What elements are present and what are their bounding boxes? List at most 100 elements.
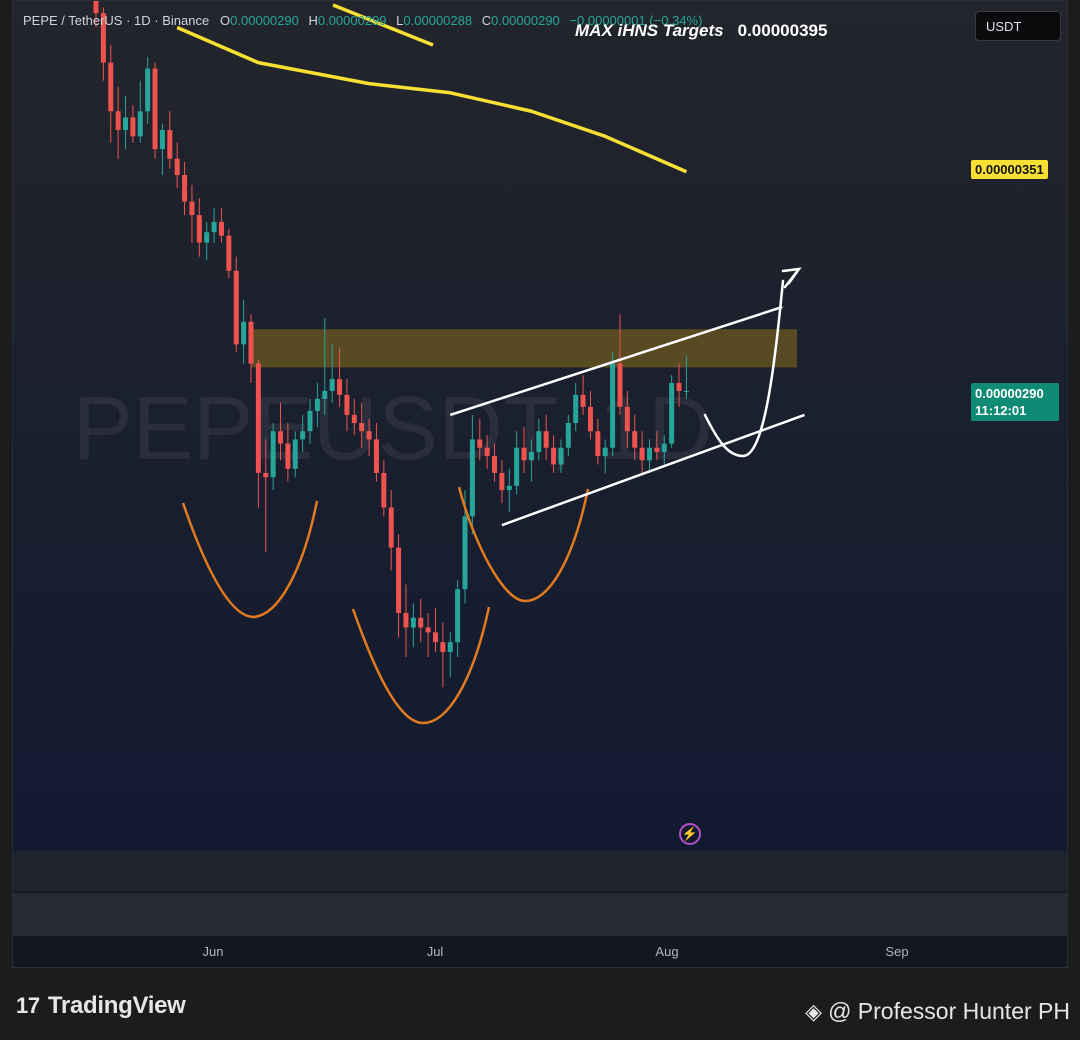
candle-body — [477, 439, 483, 448]
author-credit: ◈ @ Professor Hunter PH — [805, 998, 1070, 1024]
candle-body — [610, 363, 616, 448]
candle-body — [447, 642, 453, 653]
candle-body — [669, 383, 675, 444]
candle-body — [233, 270, 239, 345]
chart-frame: PEPEUSDT, 1D 0.000003800.000003600.00000… — [12, 0, 1068, 968]
candle-body — [418, 617, 424, 628]
candle-body — [278, 431, 283, 444]
candle-body — [381, 472, 387, 508]
candle-body — [359, 423, 365, 432]
candle-body — [322, 390, 328, 399]
high-value: 0.00000299 — [317, 13, 387, 28]
candle-body — [647, 447, 652, 461]
candle-body — [602, 447, 608, 457]
bar-countdown: 11:12:01 — [975, 403, 1027, 418]
time-tick-sep: Sep — [885, 944, 909, 959]
candle-body — [300, 431, 306, 440]
candle-body — [115, 111, 121, 131]
high-key: H — [308, 13, 318, 28]
time-tick-jul: Jul — [426, 944, 444, 959]
candle-body — [455, 589, 461, 643]
resistance-zone — [250, 329, 798, 368]
last-price-value: 0.00000290 — [975, 386, 1044, 401]
candle-body — [506, 485, 512, 491]
chart-plot[interactable]: PEPEUSDT, 1D 0.000003800.000003600.00000… — [13, 1, 1068, 935]
candle-body — [292, 439, 298, 469]
tv-logo-icon: 17 — [16, 993, 40, 1018]
candle-body — [536, 431, 542, 452]
candle-body — [661, 443, 667, 452]
candle-body — [558, 447, 564, 465]
candle-body — [573, 394, 579, 424]
candle-body — [521, 447, 527, 461]
candle-body — [337, 379, 343, 395]
candle-body — [255, 363, 261, 473]
candle-body — [543, 431, 549, 448]
candle-body — [595, 431, 601, 457]
candle-body — [248, 321, 254, 364]
candle-body — [403, 612, 409, 628]
candle-body — [528, 451, 534, 461]
indicator-pane-1 — [13, 851, 1067, 891]
candle-body — [514, 447, 520, 486]
lightning-icon[interactable]: ⚡ — [679, 823, 701, 845]
candle-body — [307, 410, 313, 432]
candle-body — [189, 201, 195, 216]
candle-body — [159, 130, 165, 150]
candle-body — [167, 130, 173, 159]
candle-body — [462, 516, 468, 590]
candle-body — [366, 431, 372, 440]
time-tick-aug: Aug — [655, 944, 679, 959]
candle-body — [263, 472, 269, 478]
targets-value: 0.00000395 — [737, 21, 828, 40]
open-key: O — [220, 13, 231, 28]
candle-body — [226, 235, 232, 271]
candle-body — [373, 439, 379, 473]
open-value: 0.00000290 — [230, 13, 299, 28]
candle-body — [580, 394, 586, 407]
candle-body — [211, 221, 217, 233]
candle-body — [654, 447, 660, 452]
targets-annotation: MAX iHNS Targets 0.00000395 — [575, 21, 827, 41]
time-tick-jun: Jun — [202, 944, 224, 959]
indicator-pane-2 — [13, 893, 1067, 935]
candle-body — [683, 390, 689, 392]
candle-body — [152, 68, 158, 150]
candle-body — [440, 642, 446, 653]
candle-body — [218, 221, 224, 236]
candle-body — [551, 447, 557, 465]
candle-body — [174, 158, 180, 176]
close-key: C — [481, 13, 492, 28]
last-price-tag: 0.00000290 11:12:01 — [971, 383, 1059, 421]
candle-body — [145, 68, 151, 112]
candle-body — [676, 383, 682, 391]
candle-body — [432, 632, 438, 643]
candle-body — [329, 379, 335, 391]
candle-body — [499, 472, 505, 491]
symbol-watermark: PEPEUSDT, 1D — [73, 379, 713, 479]
candle-body — [351, 414, 357, 424]
time-axis[interactable]: Jun Jul Aug Sep — [13, 935, 1067, 967]
candle-body — [425, 627, 431, 633]
candle-body — [632, 431, 638, 448]
candle-body — [484, 447, 490, 457]
candle-body — [137, 111, 143, 137]
symbol-line[interactable]: PEPE / TetherUS · 1D · Binance — [23, 13, 209, 28]
candle-body — [130, 117, 136, 137]
candle-body — [108, 62, 114, 112]
candle-body — [410, 617, 416, 628]
candle-body — [587, 406, 593, 432]
candle-body — [639, 447, 645, 461]
candle-body — [565, 423, 571, 448]
close-value: 0.00000290 — [491, 13, 560, 28]
candle-body — [123, 117, 129, 131]
currency-button[interactable]: USDT — [975, 11, 1061, 41]
candle-body — [344, 394, 350, 415]
binance-diamond-icon: ◈ — [805, 998, 823, 1024]
candle-body — [204, 232, 210, 243]
candle-body — [469, 439, 475, 517]
candle-body — [241, 321, 247, 345]
candle-body — [314, 398, 320, 411]
candle-body — [388, 507, 394, 548]
candle-body — [617, 363, 623, 407]
